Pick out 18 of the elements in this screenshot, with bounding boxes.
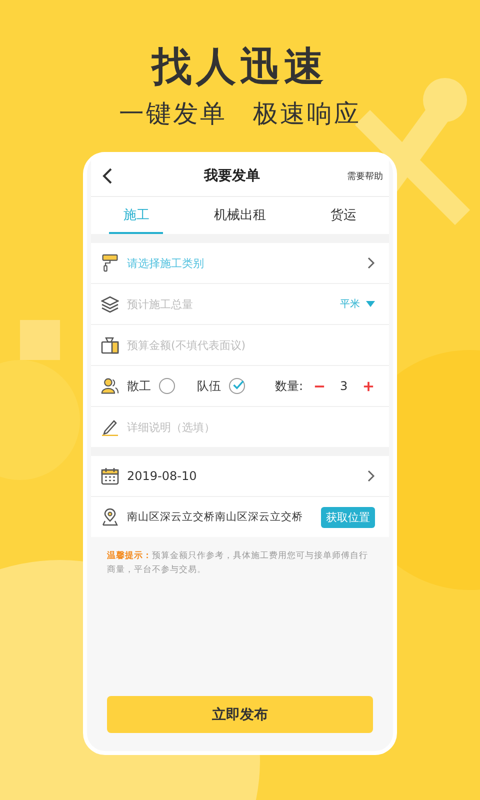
date-select[interactable]: 2019-08-10 [127,469,359,483]
tab[interactable]: 机械出租 [200,197,280,234]
address-text: 南山区深云立交桥南山区深云立交桥 [127,510,304,524]
option-label: 队伍 [197,378,221,394]
submit-button[interactable]: 立即发布 [107,696,373,733]
input-field[interactable]: 详细说明（选填） [127,420,375,434]
option-label: 散工 [127,378,151,394]
headline: 找人迅速 [152,43,328,92]
screen-title: 我要发单 [202,167,261,185]
input-field[interactable]: 预算金额(不填代表面议) [127,338,375,352]
tagline: 极速响应 [253,98,361,130]
tip-text: 温馨提示：预算金额只作参考，具体施工费用您可与接单师傅自行商量，平台不参与交易。 [107,550,369,577]
quantity-label: 数量: [275,378,304,394]
quantity-value: 3 [340,379,348,393]
tab[interactable]: 货运 [316,197,371,234]
input-field[interactable]: 预计施工总量 [127,298,332,310]
help-link[interactable]: 需要帮助 [347,170,383,182]
tagline: 一键发单 [119,98,227,130]
